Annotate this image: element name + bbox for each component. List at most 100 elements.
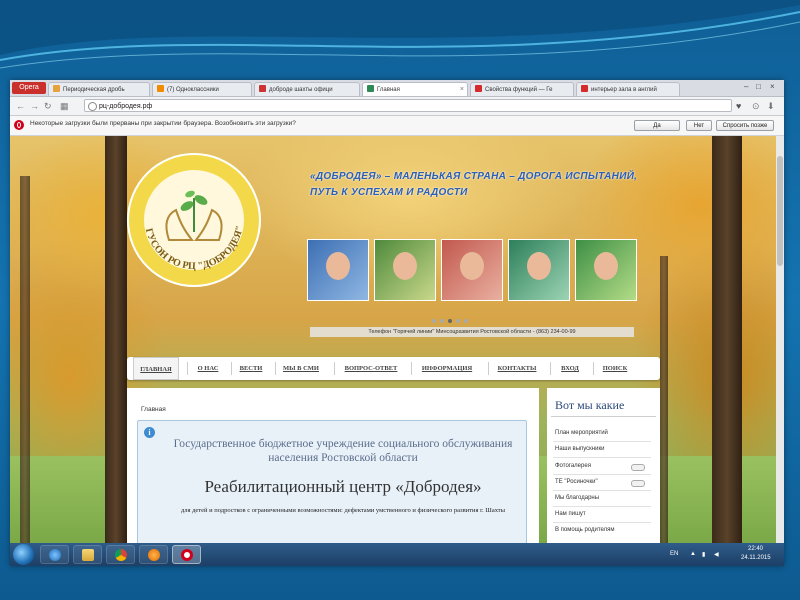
photo-child-1[interactable]: [307, 239, 369, 301]
reload-icon[interactable]: ↻: [44, 100, 52, 112]
tab-favicon-icon: [157, 85, 164, 92]
opera-logo-icon: [14, 120, 24, 130]
sidebar-divider: [553, 457, 651, 458]
main-nav-menu: ГЛАВНАЯ О НАС ВЕСТИ МЫ В СМИ ВОПРОС-ОТВЕ…: [127, 357, 660, 380]
notification-text: Некоторые загрузки были прерваны при зак…: [30, 120, 296, 127]
sidebar-menu: Вот мы какие План мероприятий Наши выпус…: [547, 388, 660, 543]
yes-button[interactable]: Да: [634, 120, 680, 131]
clock-date[interactable]: 24.11.2015: [741, 555, 771, 561]
speed-dial-icon[interactable]: ▦: [60, 100, 69, 112]
nav-item-contacts[interactable]: КОНТАКТЫ: [490, 357, 544, 380]
web-page: ГУСОН РО РЦ "ДОБРОДЕЯ" «ДОБРОДЕЯ» – МАЛЕ…: [10, 136, 784, 543]
tab-odnoklassniki[interactable]: (7) Одноклассники: [152, 82, 252, 96]
photo-child-3[interactable]: [441, 239, 503, 301]
sidebar-item-rosinochki[interactable]: ТЕ "Росиночки": [555, 479, 598, 485]
minimize-icon[interactable]: –: [744, 82, 748, 91]
sidebar-divider: [553, 441, 651, 442]
logo-circle-text: ГУСОН РО РЦ "ДОБРОДЕЯ": [143, 225, 246, 272]
nav-item-news[interactable]: ВЕСТИ: [233, 357, 269, 380]
sidebar-item-events-plan[interactable]: План мероприятий: [555, 430, 608, 436]
sidebar-item-photo-gallery[interactable]: Фотогалерея: [555, 463, 591, 469]
no-button[interactable]: Нет: [686, 120, 712, 131]
nav-divider: [411, 362, 412, 375]
tray-arrow-icon[interactable]: ▲: [690, 551, 696, 557]
info-icon: i: [144, 427, 155, 438]
nav-item-search[interactable]: ПОИСК: [595, 357, 635, 380]
photo-child-2[interactable]: [374, 239, 436, 301]
sidebar-title-divider: [551, 416, 656, 417]
page-scrollbar[interactable]: [776, 136, 784, 543]
nav-item-login[interactable]: ВХОД: [552, 357, 588, 380]
media-player-icon[interactable]: [139, 545, 168, 564]
bookmark-heart-icon[interactable]: ♥: [736, 100, 741, 112]
close-window-icon[interactable]: ×: [770, 82, 775, 91]
children-photo-strip: [307, 239, 637, 301]
photo-child-5[interactable]: [575, 239, 637, 301]
sidebar-item-parents-help[interactable]: В помощь родителям: [555, 527, 615, 533]
clock-time[interactable]: 22:40: [748, 546, 763, 552]
extensions-icon[interactable]: ⊙: [752, 100, 760, 112]
slider-dot-active[interactable]: [448, 319, 452, 323]
tab-favicon-icon: [367, 85, 374, 92]
tab-periodic-fraction[interactable]: Периодическая дробь: [48, 82, 150, 96]
tab-interior-hall[interactable]: интерьер зала в англий: [576, 82, 680, 96]
tree-trunk-far-left: [20, 176, 30, 543]
file-explorer-icon[interactable]: [73, 545, 102, 564]
nav-item-media[interactable]: МЫ В СМИ: [277, 357, 325, 380]
volume-icon[interactable]: ◀: [714, 551, 719, 558]
maximize-icon[interactable]: □: [756, 82, 761, 91]
tab-favicon-icon: [475, 85, 482, 92]
scrollbar-thumb[interactable]: [777, 156, 783, 266]
close-icon[interactable]: ×: [460, 83, 464, 96]
browser-tab-bar: Opera Периодическая дробь (7) Одноклассн…: [10, 80, 784, 97]
breadcrumb[interactable]: Главная: [141, 406, 166, 413]
download-icon[interactable]: ⬇: [767, 100, 775, 112]
language-indicator[interactable]: EN: [670, 551, 678, 557]
tab-main-page[interactable]: Главная ×: [362, 82, 468, 96]
slider-dot[interactable]: [432, 319, 436, 323]
nav-item-about[interactable]: О НАС: [189, 357, 227, 380]
sidebar-item-letters[interactable]: Нам пишут: [555, 511, 586, 517]
sidebar-item-graduates[interactable]: Наши выпускники: [555, 446, 604, 452]
windows-start-icon[interactable]: [13, 544, 34, 565]
tab-favicon-icon: [581, 85, 588, 92]
internet-explorer-icon[interactable]: [40, 545, 69, 564]
info-box: i Государственное бюджетное учреждение с…: [137, 420, 527, 543]
globe-icon: [88, 102, 97, 111]
site-logo[interactable]: ГУСОН РО РЦ "ДОБРОДЕЯ": [127, 153, 261, 287]
tab-dobrodeya-search[interactable]: доброде шахты офици: [254, 82, 360, 96]
address-bar: ← → ↻ ▦ рц-добродея.рф ♥ ⊙ ⬇: [10, 97, 784, 116]
forward-arrow-icon[interactable]: →: [30, 100, 39, 112]
sidebar-divider: [553, 522, 651, 523]
expand-toggle-icon[interactable]: [631, 480, 645, 487]
sidebar-divider: [553, 490, 651, 491]
nav-item-information[interactable]: ИНФОРМАЦИЯ: [413, 357, 481, 380]
opera-taskbar-icon[interactable]: [172, 545, 201, 564]
url-input[interactable]: рц-добродея.рф: [84, 99, 732, 112]
nav-divider: [488, 362, 489, 375]
tab-function-properties[interactable]: Свойства функций — Ге: [470, 82, 574, 96]
nav-divider: [187, 362, 188, 375]
slider-dot[interactable]: [464, 319, 468, 323]
slider-dots[interactable]: [432, 310, 492, 323]
sidebar-item-grateful[interactable]: Мы благодарны: [555, 495, 599, 501]
tab-label: Периодическая дробь: [63, 87, 125, 93]
ask-later-button[interactable]: Спросить позже: [716, 120, 774, 131]
site-slogan: «ДОБРОДЕЯ» – МАЛЕНЬКАЯ СТРАНА – ДОРОГА И…: [310, 171, 638, 198]
slider-dot[interactable]: [440, 319, 444, 323]
expand-toggle-icon[interactable]: [631, 464, 645, 471]
photo-child-4[interactable]: [508, 239, 570, 301]
tab-label: (7) Одноклассники: [167, 87, 219, 93]
opera-menu-button[interactable]: Opera: [12, 82, 46, 94]
org-description: для детей и подростков с ограниченными в…: [180, 507, 506, 514]
screenshot-window: Opera Периодическая дробь (7) Одноклассн…: [10, 80, 784, 566]
slider-dot[interactable]: [456, 319, 460, 323]
back-arrow-icon[interactable]: ←: [16, 100, 25, 112]
hotline-phone-bar: Телефон "Горячей линии" Минсоцразвития Р…: [310, 327, 634, 337]
photo-face: [527, 252, 551, 280]
chrome-icon[interactable]: [106, 545, 135, 564]
nav-item-home[interactable]: ГЛАВНАЯ: [133, 357, 179, 380]
main-content: Главная i Государственное бюджетное учре…: [127, 388, 539, 543]
network-icon[interactable]: ▮: [702, 551, 705, 558]
nav-item-faq[interactable]: ВОПРОС-ОТВЕТ: [336, 357, 406, 380]
